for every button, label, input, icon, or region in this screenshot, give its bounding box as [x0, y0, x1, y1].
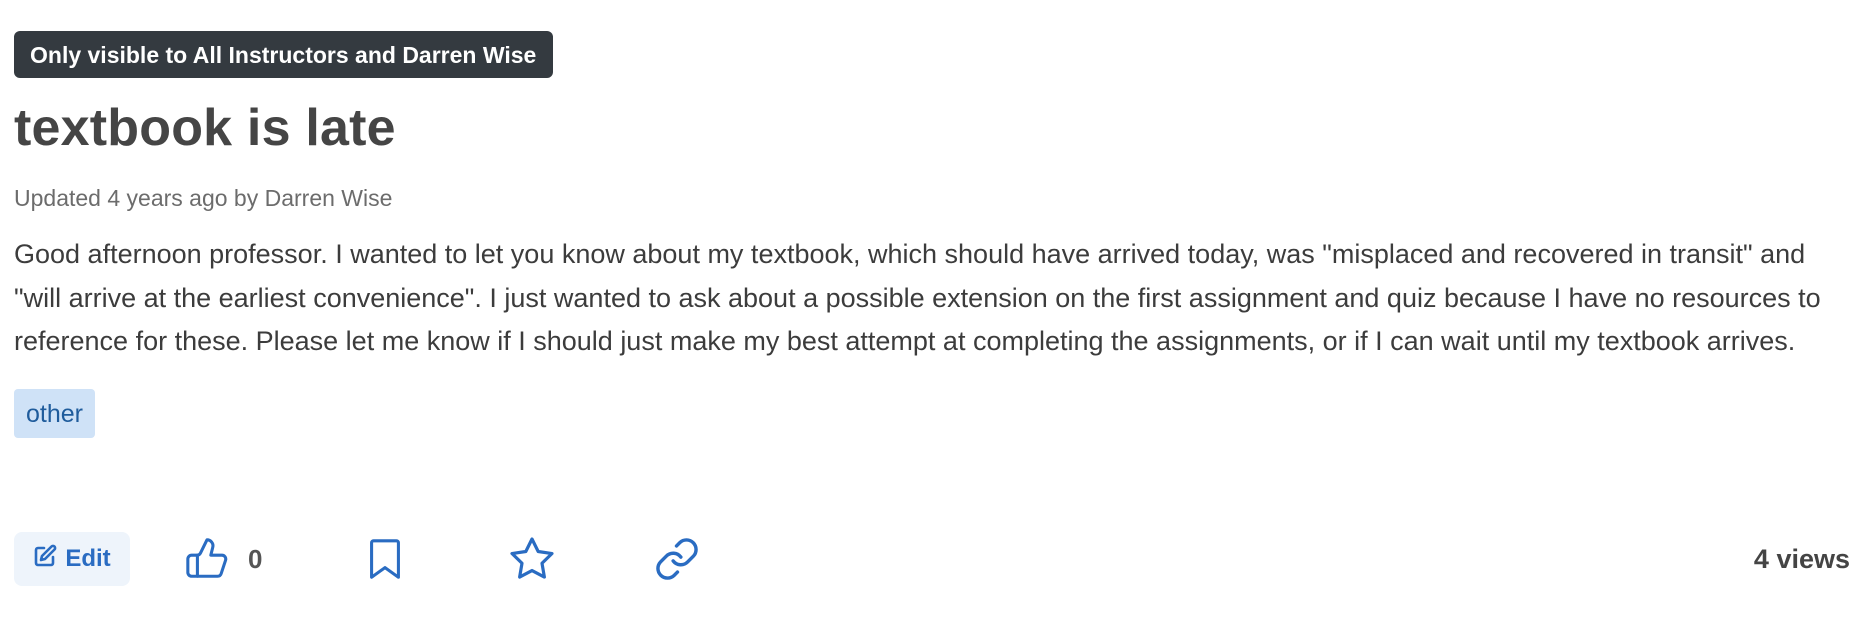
edit-button[interactable]: Edit [14, 532, 130, 586]
visibility-badge: Only visible to All Instructors and Darr… [14, 31, 554, 78]
edit-button-label: Edit [65, 545, 111, 572]
bookmark-icon[interactable] [362, 536, 408, 582]
tag-other[interactable]: other [14, 388, 95, 438]
post-body: Good afternoon professor. I wanted to le… [14, 239, 1821, 356]
like-group: 0 [184, 532, 262, 586]
edit-icon [33, 544, 57, 575]
thumbs-up-icon[interactable] [184, 536, 230, 582]
post-meta: Updated 4 years ago by Darren Wise [14, 185, 393, 211]
post-actions: Edit 0 4 views [14, 532, 1860, 590]
view-count: 4 views [1753, 544, 1850, 574]
star-icon[interactable] [508, 535, 556, 583]
tag-list: other [14, 388, 1860, 438]
link-icon[interactable] [654, 536, 700, 582]
post-title: textbook is late [14, 99, 396, 157]
post: Only visible to All Instructors and Darr… [14, 31, 1860, 438]
like-count: 0 [248, 543, 263, 574]
